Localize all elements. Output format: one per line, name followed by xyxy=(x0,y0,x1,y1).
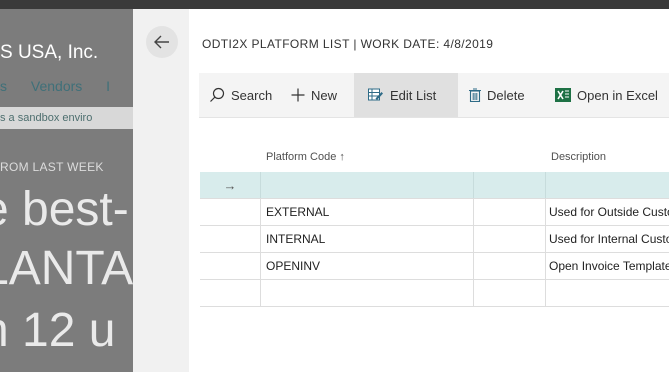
sandbox-banner-text: s a sandbox enviro xyxy=(0,112,93,124)
description-cell[interactable] xyxy=(549,280,669,306)
back-strip xyxy=(133,9,189,372)
back-button[interactable] xyxy=(146,26,178,58)
table-row[interactable] xyxy=(200,280,669,307)
delete-button-label: Delete xyxy=(487,87,525,103)
delete-button[interactable]: Delete xyxy=(469,73,525,117)
search-button-label: Search xyxy=(231,87,273,103)
edit-list-button[interactable]: Edit List xyxy=(354,73,458,117)
cell-divider xyxy=(260,199,261,225)
cell-divider xyxy=(545,253,546,279)
background-nav: s Vendors I xyxy=(0,78,130,94)
trash-icon xyxy=(469,88,481,102)
description-cell[interactable]: Used for Internal Customers xyxy=(549,226,669,252)
table-cell[interactable] xyxy=(479,226,539,252)
back-arrow-icon xyxy=(154,35,169,49)
cell-divider xyxy=(473,253,474,279)
edit-list-button-label: Edit List xyxy=(390,87,437,103)
table-row[interactable]: → xyxy=(200,172,669,199)
platform-code-cell[interactable]: INTERNAL xyxy=(266,226,472,252)
excel-icon xyxy=(555,88,571,102)
cell-divider xyxy=(473,172,474,198)
cell-divider xyxy=(545,226,546,252)
background-nav-item: s xyxy=(0,78,7,94)
table-cell[interactable] xyxy=(479,172,539,198)
platform-code-cell[interactable]: OPENINV xyxy=(266,253,472,279)
top-bar xyxy=(0,0,669,9)
plus-icon xyxy=(291,88,305,102)
table-row[interactable]: INTERNAL Used for Internal Customers xyxy=(200,226,669,253)
description-cell[interactable]: Open Invoice Template xyxy=(549,253,669,279)
column-header-description[interactable]: Description xyxy=(551,151,606,163)
open-in-excel-button-label: Open in Excel xyxy=(577,87,658,103)
cell-divider xyxy=(545,280,546,306)
row-selector-arrow-icon[interactable]: → xyxy=(200,172,260,198)
edit-list-icon xyxy=(368,88,383,101)
window: S USA, Inc. s Vendors I s a sandbox envi… xyxy=(0,0,669,372)
search-icon xyxy=(210,87,225,102)
headline-line: e best- xyxy=(0,183,129,236)
background-role-center: S USA, Inc. s Vendors I s a sandbox envi… xyxy=(0,9,133,372)
company-name: S USA, Inc. xyxy=(0,42,99,63)
cell-divider xyxy=(260,172,261,198)
cell-divider xyxy=(473,280,474,306)
background-nav-item-vendors: Vendors xyxy=(30,78,83,94)
platform-code-cell[interactable]: EXTERNAL xyxy=(266,199,472,225)
cell-divider xyxy=(260,280,261,306)
cell-divider xyxy=(260,253,261,279)
list-page: ODTI2X PLATFORM LIST | WORK DATE: 4/8/20… xyxy=(189,9,669,372)
platform-code-cell[interactable] xyxy=(266,172,472,198)
new-button-label: New xyxy=(311,87,338,103)
page-title: ODTI2X PLATFORM LIST | WORK DATE: 4/8/20… xyxy=(202,37,494,51)
description-cell[interactable]: Used for Outside Customers xyxy=(549,199,669,225)
cell-divider xyxy=(473,226,474,252)
cell-divider xyxy=(260,226,261,252)
table-row[interactable]: OPENINV Open Invoice Template xyxy=(200,253,669,280)
new-button[interactable]: New xyxy=(291,73,337,117)
table-row[interactable]: EXTERNAL Used for Outside Customers xyxy=(200,199,669,226)
table-cell[interactable] xyxy=(479,199,539,225)
headline-line: LANTA xyxy=(0,242,133,295)
cell-divider xyxy=(473,199,474,225)
action-bar: Search New Edit List Delete Open in Exce… xyxy=(199,73,669,118)
background-nav-item: I xyxy=(106,78,111,94)
cell-divider xyxy=(545,172,546,198)
headline-line: n 12 u xyxy=(0,304,116,357)
column-header-platform-code[interactable]: Platform Code ↑ xyxy=(266,151,345,163)
description-cell[interactable] xyxy=(549,172,669,198)
platform-code-cell[interactable] xyxy=(266,280,472,306)
headline-caption: ROM LAST WEEK xyxy=(0,160,104,174)
search-button[interactable]: Search xyxy=(209,73,272,117)
table-cell[interactable] xyxy=(479,253,539,279)
table-cell[interactable] xyxy=(479,280,539,306)
open-in-excel-button[interactable]: Open in Excel xyxy=(555,73,658,117)
cell-divider xyxy=(545,199,546,225)
